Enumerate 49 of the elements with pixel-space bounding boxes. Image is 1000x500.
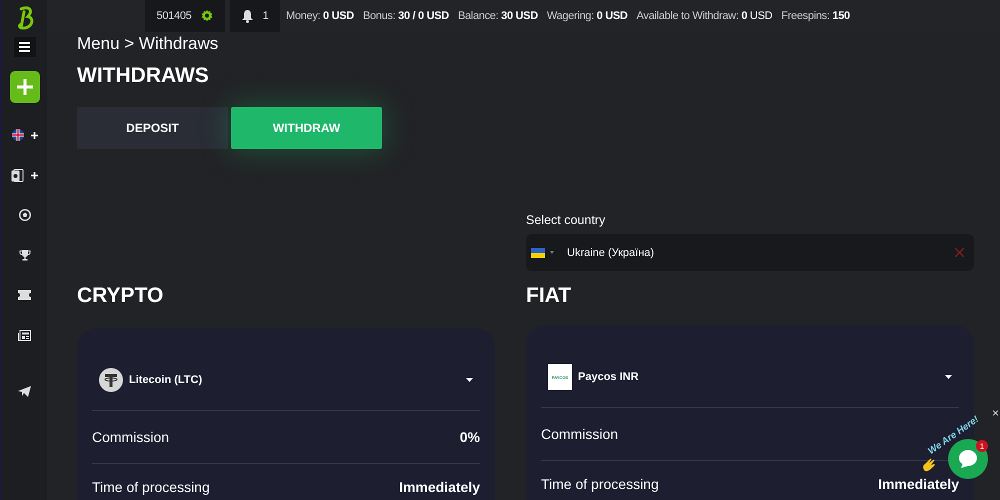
caret-icon <box>466 378 473 382</box>
balance-stat: Bonus: 30 / 0 USD <box>362 10 449 22</box>
waving-hand-icon <box>922 458 936 472</box>
ticket-icon <box>18 290 31 300</box>
coin-icon <box>99 368 123 392</box>
paper-plane-icon <box>18 386 31 396</box>
menu-button[interactable] <box>14 37 36 57</box>
trophy-icon <box>18 249 30 261</box>
bell-icon <box>242 10 253 22</box>
user-id: 501405 <box>156 10 192 22</box>
flag-icon <box>531 248 545 258</box>
cards-icon <box>11 168 24 182</box>
balance-stat: Money: 0 USD <box>286 10 354 22</box>
info-label: Commission <box>541 426 618 442</box>
plus-icon <box>16 78 34 96</box>
newspaper-icon <box>18 330 31 340</box>
info-label: Time of processing <box>92 479 210 495</box>
page-title: WITHDRAWS <box>77 64 209 88</box>
close-button[interactable]: × <box>992 406 999 420</box>
add-button[interactable] <box>10 71 40 103</box>
ball-icon <box>18 209 30 221</box>
breadcrumb: Menu > Withdraws <box>77 34 218 54</box>
notifications-button[interactable]: 1 <box>230 0 280 32</box>
settings-icon[interactable] <box>201 10 214 22</box>
info-label: Time of processing <box>541 476 659 492</box>
country-name: Ukraine (Україна) <box>567 246 654 258</box>
caret-icon <box>945 375 952 379</box>
info-value: Immediately <box>399 479 480 495</box>
method-select[interactable]: Litecoin (LTC) <box>92 350 480 411</box>
section-title: FIAT <box>526 284 572 308</box>
balance-stat: Wagering: 0 USD <box>546 10 628 22</box>
method-name: Paycos INR <box>578 371 639 383</box>
menu-icon <box>19 42 30 52</box>
field-label: Select country <box>526 213 606 227</box>
tab[interactable]: DEPOSIT <box>77 107 228 149</box>
country-select[interactable]: Ukraine (Україна) <box>526 234 974 271</box>
balance-stat: Freespins: 150 <box>781 10 850 22</box>
balance-stat: Available to Withdraw: 0 USD <box>636 10 772 22</box>
notification-count: 1 <box>262 10 268 22</box>
balance-stat: Balance: 30 USD <box>458 10 538 22</box>
caret-icon <box>550 251 554 254</box>
method-name: Litecoin (LTC) <box>129 374 202 386</box>
info-value: 0% <box>460 429 480 445</box>
flag-icon <box>12 129 24 141</box>
chat-bubble-icon <box>958 449 978 469</box>
notification-badge: 1 <box>976 440 988 452</box>
info-label: Commission <box>92 429 170 445</box>
section-title: CRYPTO <box>77 284 164 308</box>
info-value: Immediately <box>878 476 959 492</box>
